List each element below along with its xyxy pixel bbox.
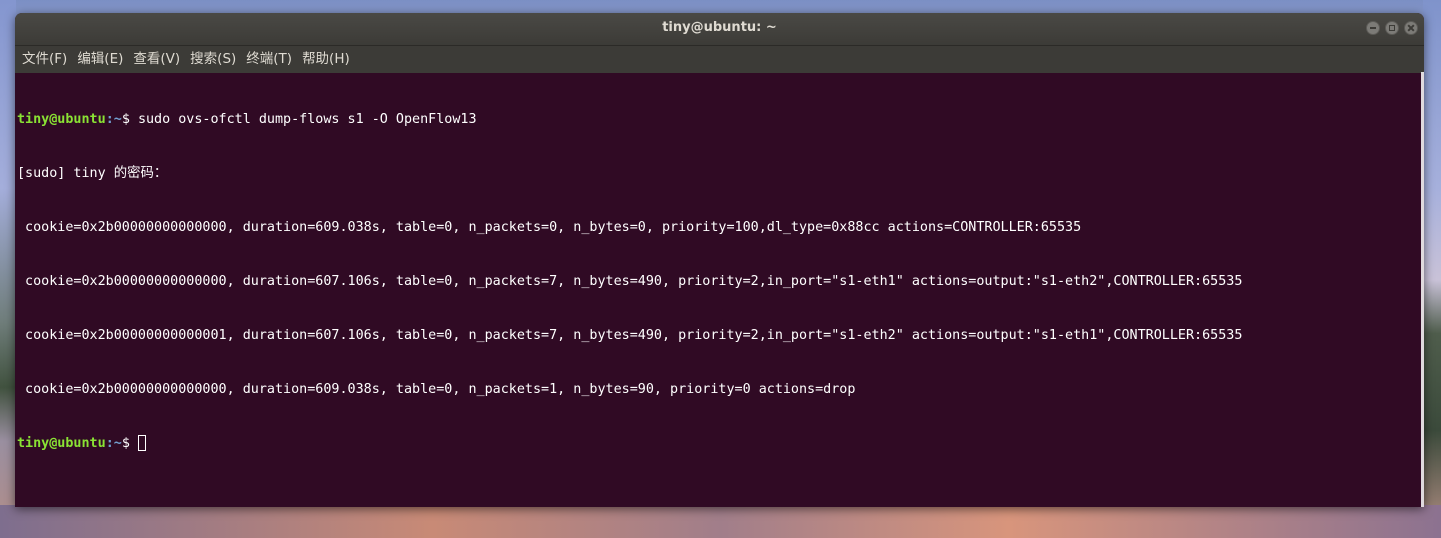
desktop-wallpaper-right [1423, 0, 1441, 538]
menu-terminal[interactable]: 终端(T) [241, 46, 297, 73]
flow-entry: cookie=0x2b00000000000001, duration=607.… [17, 328, 1243, 343]
desktop-wallpaper-left [0, 0, 16, 538]
flow-entry: cookie=0x2b00000000000000, duration=607.… [17, 274, 1243, 289]
flow-entry: cookie=0x2b00000000000000, duration=609.… [17, 382, 856, 397]
text-cursor [137, 435, 146, 451]
menu-help[interactable]: 帮助(H) [297, 46, 355, 73]
current-prompt-line[interactable]: tiny@ubuntu:~$ [17, 435, 1424, 453]
command-text: sudo ovs-ofctl dump-flows s1 -O OpenFlow… [137, 112, 477, 127]
window-titlebar[interactable]: tiny@ubuntu: ~ [15, 13, 1424, 46]
window-title: tiny@ubuntu: ~ [662, 20, 777, 35]
close-icon[interactable] [1404, 21, 1418, 35]
menu-view[interactable]: 查看(V) [128, 46, 185, 73]
desktop-wallpaper-bottom [0, 505, 1441, 538]
menu-file[interactable]: 文件(F) [17, 46, 72, 73]
terminal-window[interactable]: tiny@ubuntu: ~ 文件(F) 编辑(E) 查看(V) 搜索(S) 终… [15, 13, 1424, 507]
prompt-symbol: $ [121, 112, 138, 127]
prompt-user: tiny@ubuntu [17, 112, 106, 127]
prompt-path: :~ [105, 112, 122, 127]
maximize-icon[interactable] [1385, 21, 1399, 35]
window-controls [1366, 21, 1418, 35]
prompt-user: tiny@ubuntu [17, 436, 106, 451]
flow-entry: cookie=0x2b00000000000000, duration=609.… [17, 220, 1082, 235]
minimize-icon[interactable] [1366, 21, 1380, 35]
menu-edit[interactable]: 编辑(E) [72, 46, 128, 73]
prompt-symbol: $ [121, 436, 138, 451]
menu-search[interactable]: 搜索(S) [185, 46, 241, 73]
command-line: tiny@ubuntu:~$ sudo ovs-ofctl dump-flows… [17, 111, 1424, 129]
scrollbar[interactable] [1421, 72, 1424, 507]
prompt-path: :~ [105, 436, 122, 451]
terminal-output-area[interactable]: tiny@ubuntu:~$ sudo ovs-ofctl dump-flows… [15, 73, 1424, 489]
sudo-password-prompt: [sudo] tiny 的密码： [17, 166, 168, 181]
menu-bar: 文件(F) 编辑(E) 查看(V) 搜索(S) 终端(T) 帮助(H) [15, 46, 1424, 73]
